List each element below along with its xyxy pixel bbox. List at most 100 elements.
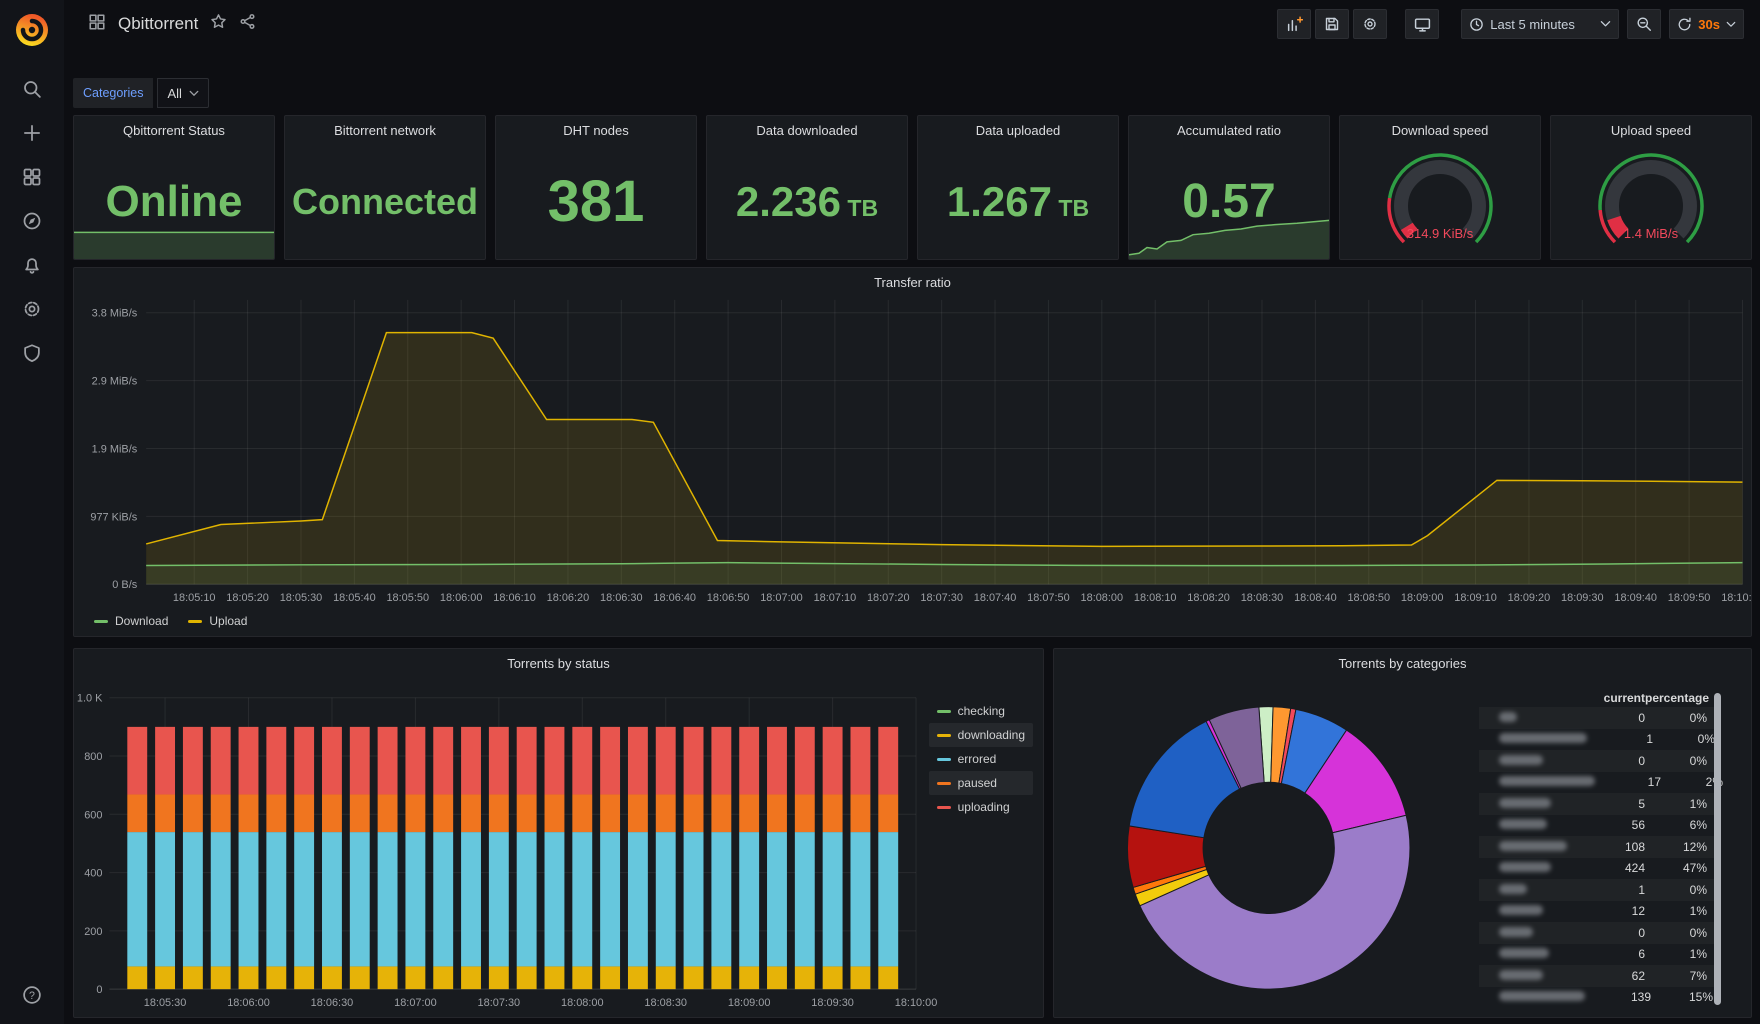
category-name-redacted	[1499, 947, 1579, 961]
category-name-redacted	[1499, 883, 1579, 897]
column-header-percentage[interactable]: percentage	[1645, 691, 1709, 705]
panel-torrents-by-status: Torrents by status 18:05:30 18:06:00 18:06…	[73, 648, 1044, 1018]
legend-item-paused[interactable]: paused	[928, 771, 1033, 795]
legend-swatch	[936, 733, 951, 737]
search-icon[interactable]	[21, 78, 43, 100]
table-row[interactable]: 5 1%	[1479, 793, 1721, 815]
stat-panel-data-downloaded: Data downloaded 2.236 TB	[706, 115, 908, 260]
svg-text:18:10:00: 18:10:00	[1721, 592, 1751, 604]
svg-text:18:07:30: 18:07:30	[478, 997, 521, 1009]
stat-panel-qbittorrent-status: Qbittorrent Status Online	[73, 115, 275, 260]
table-row[interactable]: 0 0%	[1479, 922, 1721, 944]
alerting-bell-icon[interactable]	[21, 254, 43, 276]
current-value: 0	[1638, 753, 1645, 768]
blurred-label	[1499, 797, 1551, 808]
stat-panel-accumulated-ratio: Accumulated ratio 0.57	[1128, 115, 1330, 260]
svg-text:18:09:30: 18:09:30	[811, 997, 854, 1009]
blurred-label	[1499, 840, 1567, 851]
svg-text:18:05:10: 18:05:10	[173, 592, 216, 604]
time-range-picker[interactable]: Last 5 minutes	[1461, 9, 1620, 39]
refresh-button[interactable]: 30s	[1669, 9, 1744, 39]
legend-item-downloading[interactable]: downloading	[928, 723, 1033, 747]
svg-text:1.0 K: 1.0 K	[77, 693, 103, 705]
star-icon[interactable]	[210, 13, 227, 35]
table-row[interactable]: 172%	[1479, 772, 1723, 794]
percentage-value: 15%	[1688, 990, 1713, 1005]
stat-panel-title: Data uploaded	[975, 123, 1061, 138]
legend-item-download[interactable]: Download	[94, 614, 168, 628]
legend-swatch	[936, 781, 951, 785]
table-row[interactable]: 0 0%	[1479, 707, 1721, 729]
dashboards-icon[interactable]	[21, 166, 43, 188]
help-icon[interactable]: ?	[21, 984, 43, 1006]
svg-text:18:08:20: 18:08:20	[1187, 592, 1230, 604]
stat-value: 1.267 TB	[946, 177, 1090, 225]
svg-text:18:09:20: 18:09:20	[1508, 592, 1551, 604]
svg-text:0 B/s: 0 B/s	[112, 579, 137, 591]
svg-text:18:06:30: 18:06:30	[311, 997, 354, 1009]
explore-compass-icon[interactable]	[21, 210, 43, 232]
blurred-label	[1499, 733, 1587, 744]
stat-body: 381	[496, 144, 696, 259]
legend-swatch	[188, 619, 203, 623]
legend-item-checking[interactable]: checking	[929, 699, 1033, 723]
svg-text:18:07:20: 18:07:20	[867, 592, 910, 604]
svg-text:18:06:30: 18:06:30	[600, 592, 643, 604]
current-value: 139	[1630, 990, 1651, 1005]
current-value: 6	[1638, 947, 1645, 962]
svg-text:18:08:50: 18:08:50	[1347, 592, 1390, 604]
legend-item-errored[interactable]: errored	[929, 747, 1033, 771]
transfer-ratio-chart[interactable]: 18:05:10 18:05:20 18:05:30 18:05:40 18:05:50…	[74, 268, 1751, 636]
table-row[interactable]: 1 0%	[1479, 729, 1721, 751]
create-plus-icon[interactable]	[21, 122, 43, 144]
variables-row: Categories All	[73, 78, 209, 108]
table-row[interactable]: 12 1%	[1479, 901, 1721, 923]
add-panel-button[interactable]	[1277, 9, 1312, 39]
status-legend: checking downloading errored paused uploadin…	[928, 699, 1033, 819]
dashboard-grid-icon[interactable]	[88, 13, 106, 36]
sidebar-nav	[21, 78, 43, 364]
admin-shield-icon[interactable]	[21, 342, 43, 364]
table-row[interactable]: 108 12%	[1479, 836, 1721, 858]
current-value: 62	[1631, 968, 1645, 983]
table-scrollbar[interactable]	[1714, 693, 1721, 1005]
table-row[interactable]: 0 0%	[1479, 750, 1721, 772]
save-dashboard-button[interactable]	[1315, 9, 1350, 39]
svg-text:18:08:40: 18:08:40	[1294, 592, 1337, 604]
grafana-logo[interactable]	[12, 10, 52, 50]
share-icon[interactable]	[239, 13, 256, 35]
svg-text:18:08:10: 18:08:10	[1134, 592, 1177, 604]
table-row[interactable]: 1 0%	[1479, 879, 1721, 901]
table-row[interactable]: 56 6%	[1479, 815, 1721, 837]
legend-item-uploading[interactable]: uploading	[929, 795, 1033, 819]
stacked-bars[interactable]	[127, 726, 899, 990]
table-row[interactable]: 424 47%	[1479, 858, 1721, 880]
column-header-current[interactable]: current	[1579, 691, 1645, 705]
table-row[interactable]: 6 1%	[1479, 944, 1721, 966]
legend-label: checking	[957, 704, 1005, 718]
table-row[interactable]: 62 7%	[1479, 965, 1721, 987]
stat-body: 1.267 TB	[918, 144, 1118, 259]
category-name-redacted	[1499, 818, 1579, 832]
blurred-label	[1499, 819, 1547, 830]
legend-item-upload[interactable]: Upload	[188, 614, 247, 628]
table-row[interactable]: 139 15%	[1479, 987, 1721, 1009]
category-name-redacted	[1499, 754, 1579, 768]
svg-text:18:07:00: 18:07:00	[394, 997, 437, 1009]
tv-mode-button[interactable]	[1405, 9, 1440, 39]
dashboard-settings-button[interactable]	[1353, 9, 1388, 39]
stat-unit: TB	[1051, 194, 1090, 221]
torrents-by-status-chart[interactable]: 18:05:30 18:06:00 18:06:30 18:07:00 18:07:30…	[74, 649, 1043, 1017]
svg-text:18:05:40: 18:05:40	[333, 592, 376, 604]
zoom-out-button[interactable]	[1627, 9, 1662, 39]
legend-label: Download	[115, 614, 169, 628]
configuration-gear-icon[interactable]	[21, 298, 43, 320]
categories-filter-value: All	[167, 85, 182, 101]
svg-text:18:07:00: 18:07:00	[760, 592, 803, 604]
dashboard-title: Qbittorrent	[118, 14, 199, 33]
variable-label: Categories	[73, 78, 154, 108]
blurred-label	[1499, 991, 1585, 1002]
categories-filter-dropdown[interactable]: All	[157, 78, 209, 108]
blurred-label	[1499, 776, 1595, 787]
blurred-label	[1499, 711, 1517, 722]
